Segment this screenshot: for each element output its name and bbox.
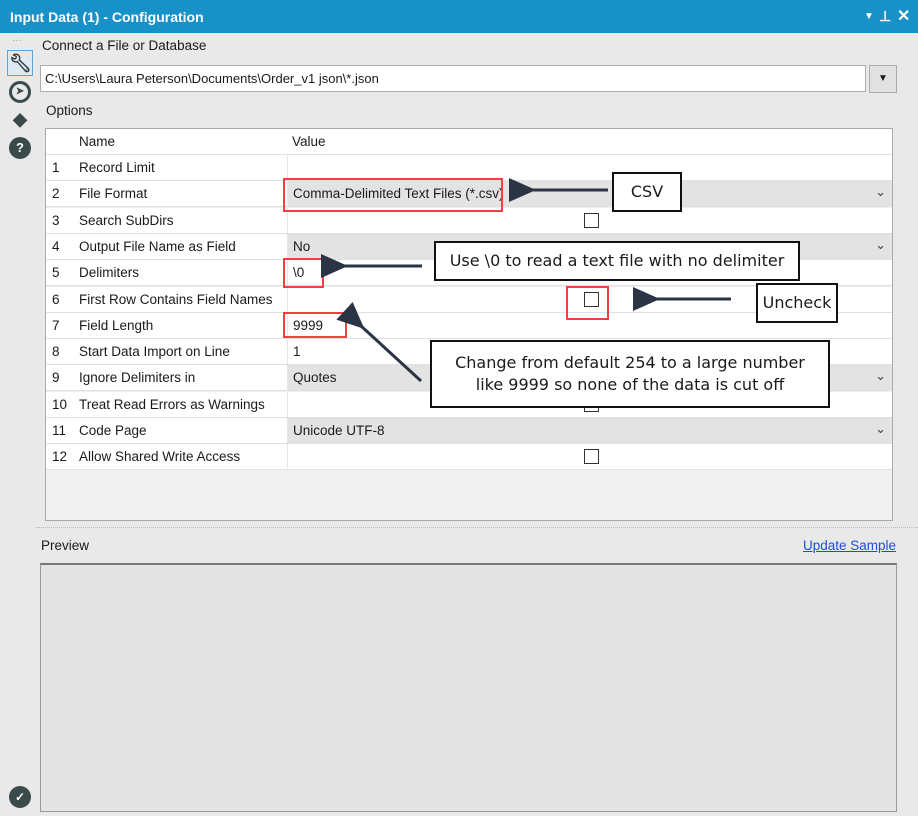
arrow-field-length xyxy=(336,301,423,383)
note-csv: CSV xyxy=(612,172,682,212)
preview-pane xyxy=(40,563,897,812)
note-field-length: Change from default 254 to a large numbe… xyxy=(430,340,830,408)
note-delimiter: Use \0 to read a text file with no delim… xyxy=(434,241,800,281)
preview-label: Preview xyxy=(41,538,90,553)
note-uncheck: Uncheck xyxy=(756,283,838,323)
update-sample-link[interactable]: Update Sample xyxy=(803,538,896,553)
